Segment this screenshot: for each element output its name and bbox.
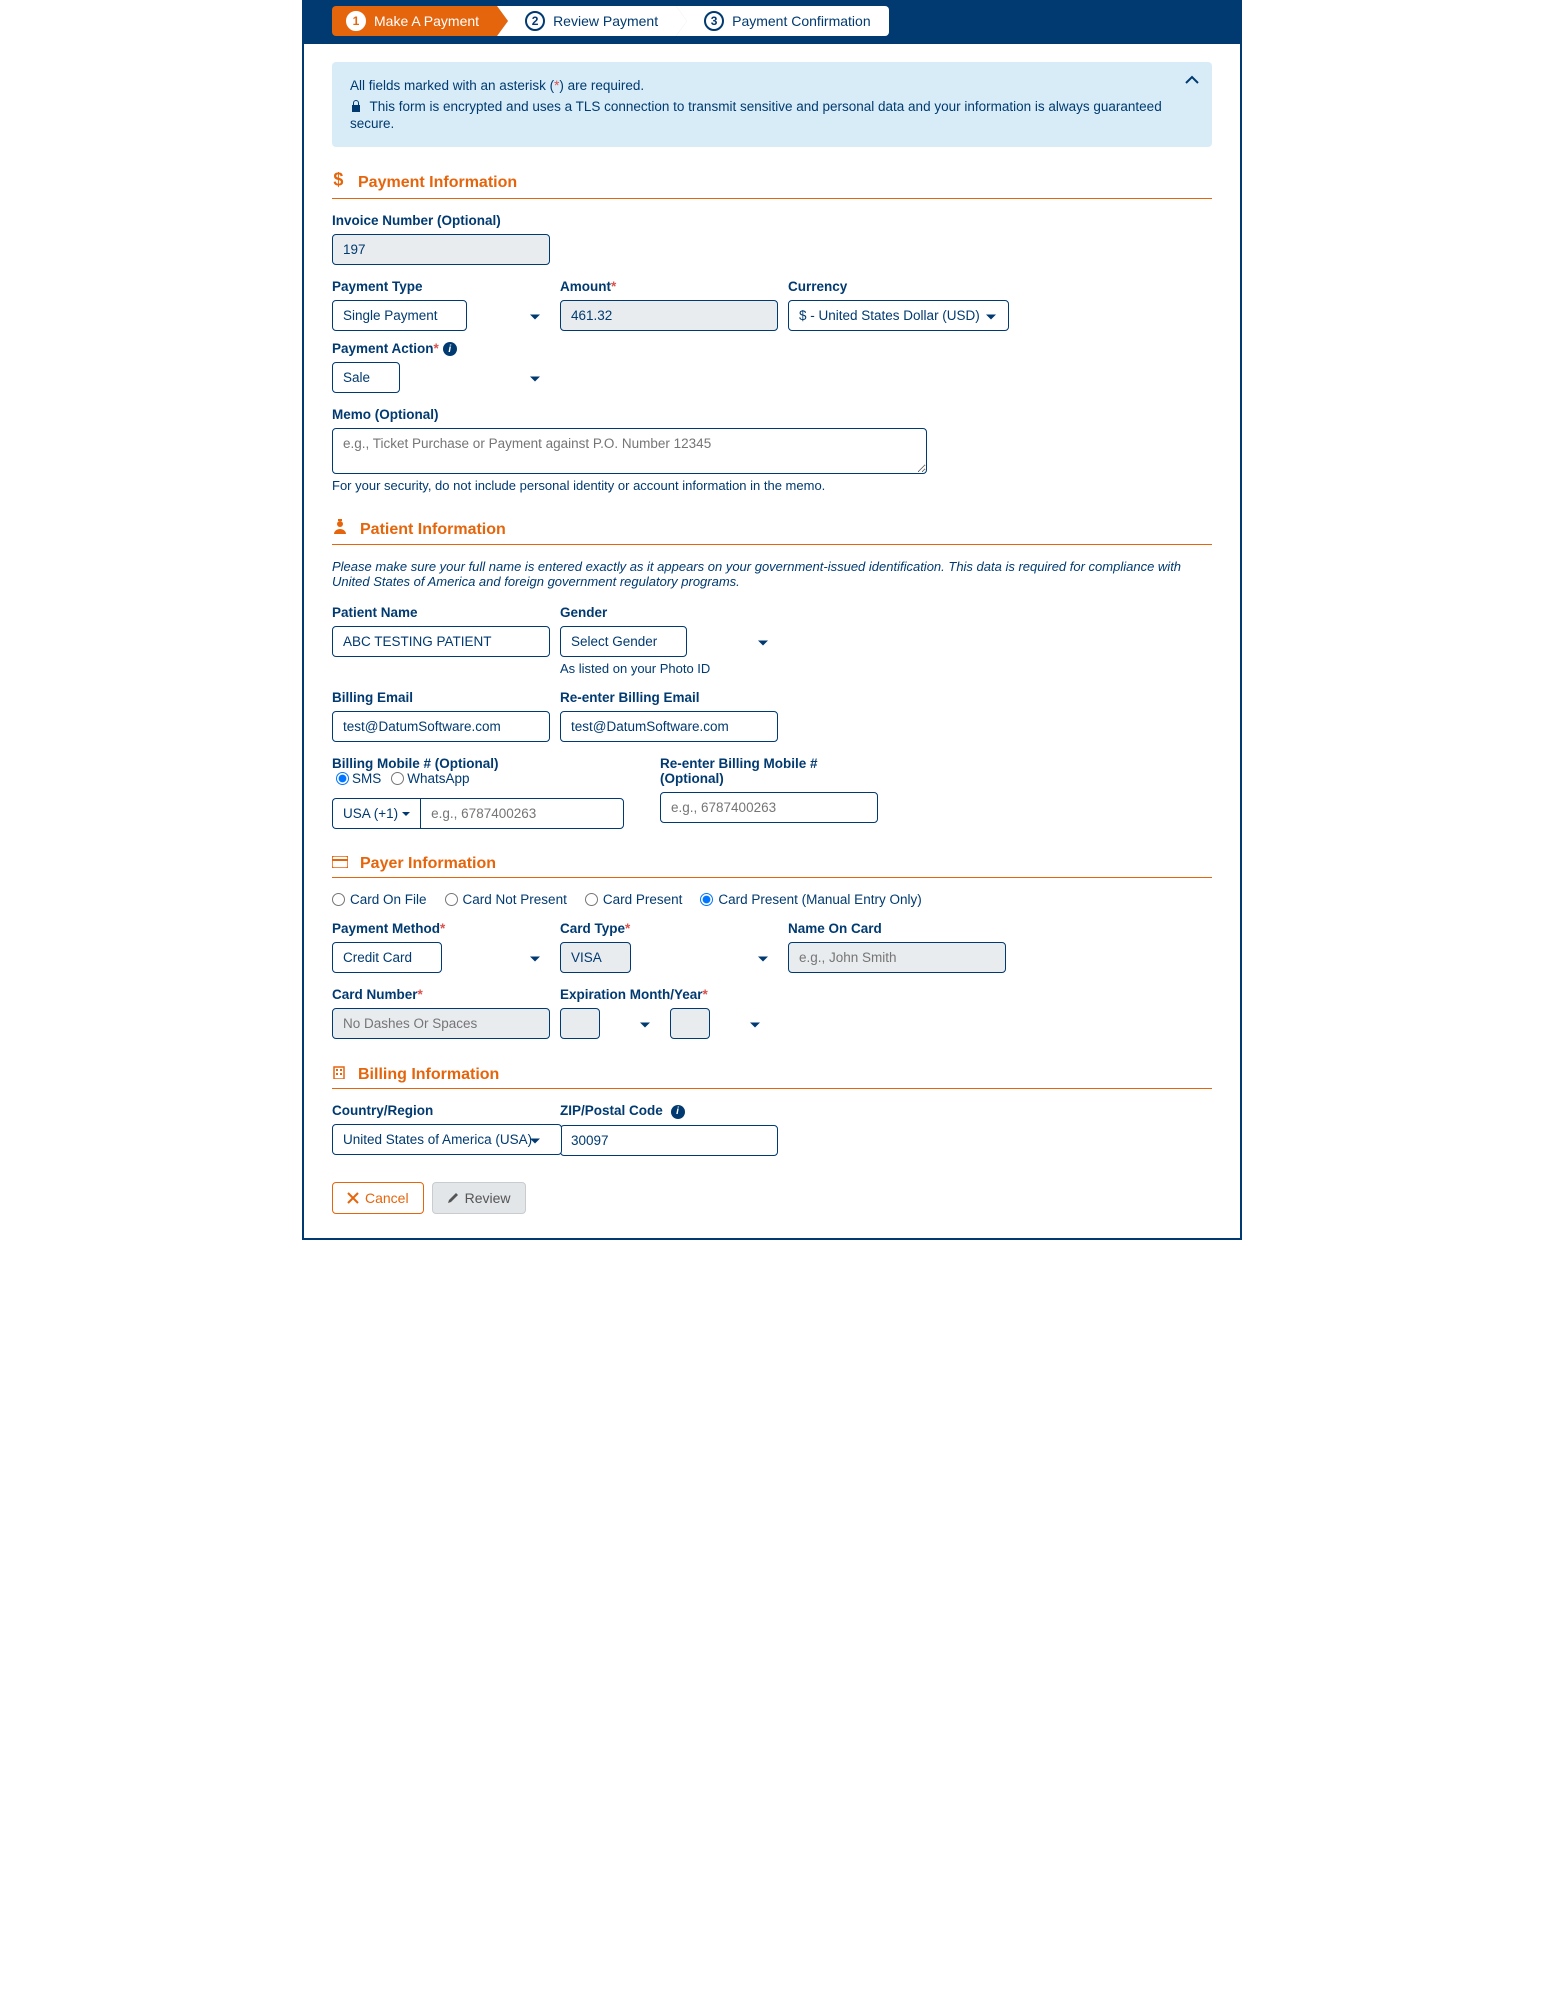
email-label: Billing Email bbox=[332, 690, 550, 705]
svg-text:$: $ bbox=[333, 171, 343, 189]
dollar-icon: $ bbox=[332, 171, 352, 194]
payment-action-select[interactable]: Sale bbox=[332, 362, 400, 393]
gender-label: Gender bbox=[560, 605, 778, 620]
sms-radio[interactable]: SMS bbox=[336, 771, 381, 786]
caret-down-icon bbox=[402, 810, 410, 818]
reemail-label: Re-enter Billing Email bbox=[560, 690, 778, 705]
review-button[interactable]: Review bbox=[432, 1182, 526, 1214]
step-label: Make A Payment bbox=[374, 13, 479, 29]
wizard-step-make-payment[interactable]: 1 Make A Payment bbox=[332, 6, 497, 36]
section-patient-info: Patient Information bbox=[332, 519, 1212, 545]
amount-label: Amount* bbox=[560, 279, 778, 294]
wizard-step-confirmation[interactable]: 3 Payment Confirmation bbox=[676, 6, 889, 36]
card-type-label: Card Type* bbox=[560, 921, 778, 936]
email-input[interactable] bbox=[332, 711, 550, 742]
cancel-label: Cancel bbox=[365, 1190, 409, 1206]
memo-label: Memo (Optional) bbox=[332, 407, 1212, 422]
step-label: Review Payment bbox=[553, 13, 658, 29]
section-title: Payment Information bbox=[358, 174, 517, 192]
section-billing-info: Billing Information bbox=[332, 1065, 1212, 1089]
memo-helper: For your security, do not include person… bbox=[332, 478, 1212, 493]
payment-action-label: Payment Action*i bbox=[332, 341, 550, 356]
mobile-label: Billing Mobile # (Optional) SMS WhatsApp bbox=[332, 756, 624, 792]
section-payer-info: Payer Information bbox=[332, 855, 1212, 878]
patient-intro: Please make sure your full name is enter… bbox=[332, 559, 1212, 589]
exp-year-select[interactable] bbox=[670, 1008, 710, 1039]
secure-note: This form is encrypted and uses a TLS co… bbox=[350, 99, 1172, 131]
invoice-input[interactable] bbox=[332, 234, 550, 265]
close-icon bbox=[347, 1192, 359, 1204]
name-on-card-label: Name On Card bbox=[788, 921, 1006, 936]
info-icon[interactable]: i bbox=[443, 342, 457, 356]
alert-collapse-icon[interactable] bbox=[1184, 72, 1200, 88]
wizard-step-review-payment[interactable]: 2 Review Payment bbox=[497, 6, 676, 36]
review-label: Review bbox=[465, 1190, 511, 1206]
card-number-label: Card Number* bbox=[332, 987, 550, 1002]
invoice-label: Invoice Number (Optional) bbox=[332, 213, 550, 228]
payment-type-select[interactable]: Single Payment bbox=[332, 300, 467, 331]
required-prefix: All fields marked with an asterisk ( bbox=[350, 78, 554, 93]
mobile-input[interactable] bbox=[420, 798, 624, 829]
currency-label: Currency bbox=[788, 279, 1006, 294]
card-presence-radios: Card On File Card Not Present Card Prese… bbox=[332, 892, 1212, 907]
wizard-steps: 1 Make A Payment 2 Review Payment 3 Paym… bbox=[332, 6, 1212, 36]
payment-method-label: Payment Method* bbox=[332, 921, 550, 936]
zip-input[interactable] bbox=[560, 1125, 778, 1156]
patient-icon bbox=[332, 519, 354, 540]
remobile-label: Re-enter Billing Mobile # (Optional) bbox=[660, 756, 878, 786]
secure-text: This form is encrypted and uses a TLS co… bbox=[350, 99, 1162, 131]
card-present-manual-radio[interactable]: Card Present (Manual Entry Only) bbox=[700, 892, 921, 907]
gender-select[interactable]: Select Gender bbox=[560, 626, 687, 657]
lock-icon bbox=[350, 99, 362, 116]
header-bar: 1 Make A Payment 2 Review Payment 3 Paym… bbox=[304, 0, 1240, 44]
step-number: 2 bbox=[525, 11, 545, 31]
card-number-input[interactable] bbox=[332, 1008, 550, 1039]
remobile-input[interactable] bbox=[660, 792, 878, 823]
card-on-file-radio[interactable]: Card On File bbox=[332, 892, 427, 907]
card-type-select[interactable]: VISA bbox=[560, 942, 631, 973]
building-icon bbox=[332, 1065, 352, 1084]
reemail-input[interactable] bbox=[560, 711, 778, 742]
section-title: Payer Information bbox=[360, 855, 496, 873]
currency-select[interactable]: $ - United States Dollar (USD) bbox=[788, 300, 1009, 331]
card-not-present-radio[interactable]: Card Not Present bbox=[445, 892, 567, 907]
card-present-radio[interactable]: Card Present bbox=[585, 892, 683, 907]
section-title: Patient Information bbox=[360, 521, 506, 539]
memo-textarea[interactable] bbox=[332, 428, 927, 474]
step-label: Payment Confirmation bbox=[732, 13, 871, 29]
info-alert: All fields marked with an asterisk (*) a… bbox=[332, 62, 1212, 147]
exp-month-select[interactable] bbox=[560, 1008, 600, 1039]
step-number: 3 bbox=[704, 11, 724, 31]
cc-value: USA (+1) bbox=[343, 806, 398, 821]
section-payment-info: $ Payment Information bbox=[332, 171, 1212, 199]
country-label: Country/Region bbox=[332, 1103, 550, 1118]
credit-card-icon bbox=[332, 855, 354, 873]
cancel-button[interactable]: Cancel bbox=[332, 1182, 424, 1214]
required-note: All fields marked with an asterisk (*) a… bbox=[350, 78, 1172, 93]
expiration-label: Expiration Month/Year* bbox=[560, 987, 778, 1002]
patient-name-input[interactable] bbox=[332, 626, 550, 657]
zip-label: ZIP/Postal Code i bbox=[560, 1103, 778, 1118]
amount-input[interactable] bbox=[560, 300, 778, 331]
name-on-card-input[interactable] bbox=[788, 942, 1006, 973]
gender-helper: As listed on your Photo ID bbox=[560, 661, 778, 676]
country-select[interactable]: United States of America (USA) bbox=[332, 1124, 562, 1155]
payment-type-label: Payment Type bbox=[332, 279, 550, 294]
pencil-icon bbox=[447, 1192, 459, 1204]
required-suffix: ) are required. bbox=[559, 78, 644, 93]
whatsapp-radio[interactable]: WhatsApp bbox=[391, 771, 469, 786]
section-title: Billing Information bbox=[358, 1066, 499, 1084]
info-icon[interactable]: i bbox=[671, 1105, 685, 1119]
payment-method-select[interactable]: Credit Card bbox=[332, 942, 442, 973]
country-code-dropdown[interactable]: USA (+1) bbox=[332, 798, 420, 829]
step-number: 1 bbox=[346, 11, 366, 31]
patient-name-label: Patient Name bbox=[332, 605, 550, 620]
